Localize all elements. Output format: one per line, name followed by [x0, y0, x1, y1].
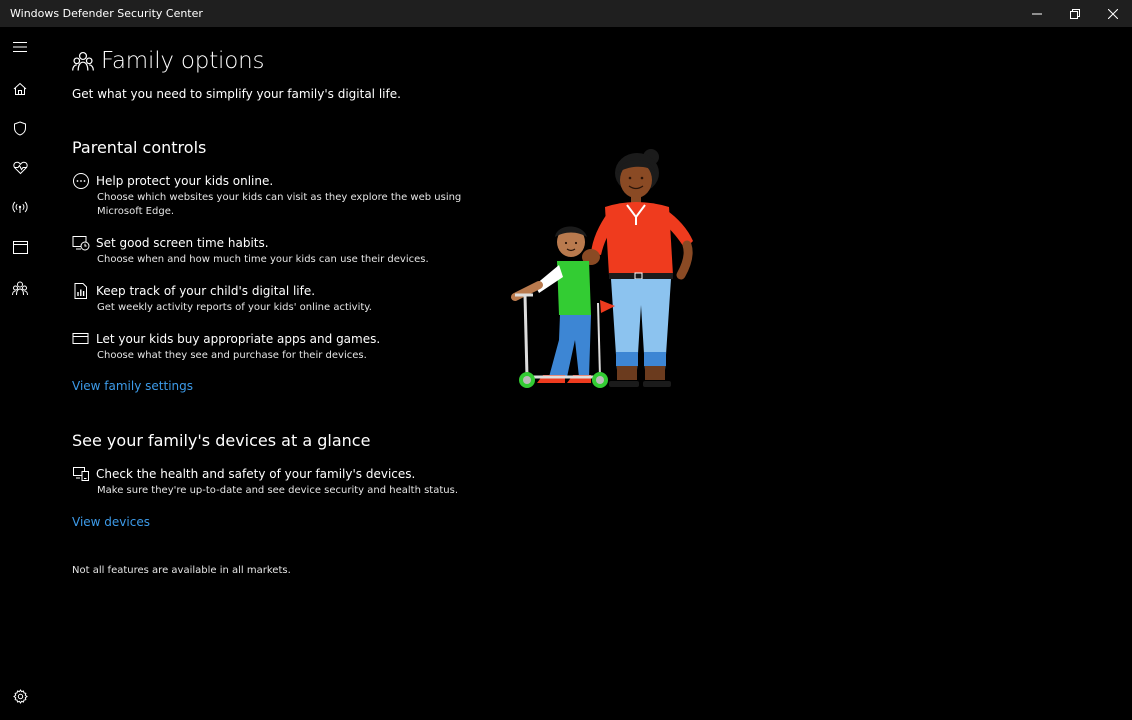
sidebar-item-firewall-network[interactable] — [10, 197, 30, 217]
window-title: Windows Defender Security Center — [10, 7, 203, 20]
settings-button[interactable] — [10, 686, 30, 706]
feature-description: Choose which websites your kids can visi… — [97, 192, 462, 217]
restore-button[interactable] — [1056, 0, 1094, 27]
web-filter-icon — [73, 173, 89, 189]
devices-icon — [73, 467, 89, 481]
sidebar-item-app-browser-control[interactable] — [10, 237, 30, 257]
feature-screen-time: Set good screen time habits. Choose when… — [72, 234, 512, 266]
parental-controls-heading: Parental controls — [72, 138, 207, 157]
wireless-icon — [12, 201, 28, 213]
feature-description: Make sure they're up-to-date and see dev… — [97, 485, 458, 496]
feature-title: Keep track of your child's digital life. — [96, 284, 316, 298]
title-bar: Windows Defender Security Center — [0, 0, 1132, 27]
page-subtitle: Get what you need to simplify your famil… — [72, 87, 401, 101]
sidebar-item-home[interactable] — [10, 79, 30, 99]
sidebar-item-family-options[interactable] — [10, 278, 30, 298]
feature-description: Choose when and how much time your kids … — [97, 254, 429, 265]
feature-description: Choose what they see and purchase for th… — [97, 350, 367, 361]
family-illustration — [511, 149, 693, 388]
feature-title: Let your kids buy appropriate apps and g… — [96, 332, 381, 346]
activity-report-icon — [74, 283, 87, 299]
family-icon — [72, 51, 94, 70]
minimize-button[interactable] — [1018, 0, 1056, 27]
shield-icon — [14, 120, 26, 136]
screen-time-icon — [72, 236, 90, 251]
family-icon — [12, 281, 28, 295]
page-title: Family options — [101, 48, 265, 74]
feature-title: Set good screen time habits. — [96, 236, 269, 250]
page-header: Family options — [72, 48, 264, 74]
feature-activity-reports: Keep track of your child's digital life.… — [72, 282, 512, 314]
close-icon — [1108, 8, 1118, 19]
adult-figure — [591, 149, 693, 387]
sidebar — [0, 27, 40, 720]
hamburger-menu-icon — [13, 42, 27, 52]
sidebar-item-device-health[interactable] — [10, 158, 30, 178]
restore-icon — [1070, 8, 1080, 19]
family-devices-heading: See your family's devices at a glance — [72, 431, 371, 450]
gear-icon — [12, 688, 28, 704]
close-button[interactable] — [1094, 0, 1132, 27]
availability-note: Not all features are available in all ma… — [72, 565, 291, 576]
feature-device-health: Check the health and safety of your fami… — [72, 465, 512, 497]
feature-purchases: Let your kids buy appropriate apps and g… — [72, 330, 512, 362]
minimize-icon — [1032, 13, 1042, 14]
feature-title: Check the health and safety of your fami… — [96, 467, 416, 481]
feature-title: Help protect your kids online. — [96, 174, 274, 188]
home-icon — [13, 82, 27, 95]
view-devices-link[interactable]: View devices — [72, 515, 150, 529]
view-family-settings-link[interactable]: View family settings — [72, 379, 193, 393]
sidebar-menu-button[interactable] — [10, 37, 30, 57]
sidebar-item-virus-protection[interactable] — [10, 118, 30, 138]
app-browser-icon — [12, 240, 28, 254]
heart-pulse-icon — [12, 161, 28, 175]
feature-description: Get weekly activity reports of your kids… — [97, 302, 372, 313]
feature-web-protection: Help protect your kids online. Choose wh… — [72, 172, 512, 218]
purchase-card-icon — [72, 333, 89, 344]
